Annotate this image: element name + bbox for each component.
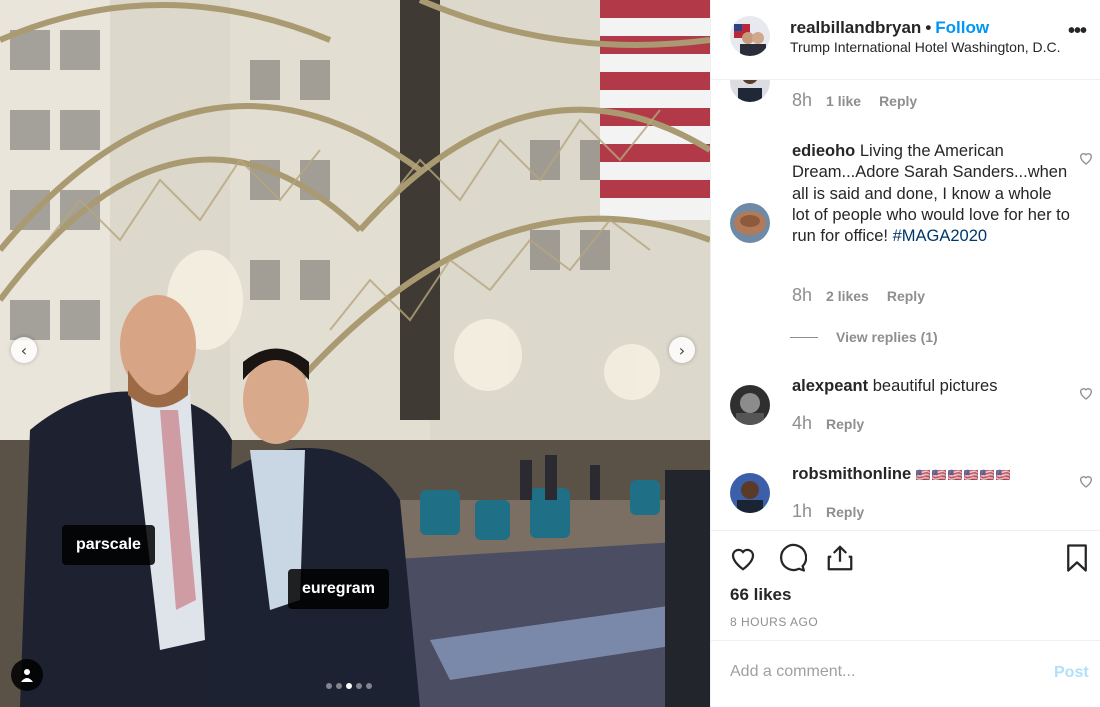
comment-likes[interactable]: 2 likes: [826, 288, 869, 304]
reply-button[interactable]: Reply: [826, 504, 864, 520]
comment-username[interactable]: edieoho: [792, 142, 855, 160]
comment-avatar[interactable]: [730, 473, 770, 513]
view-replies-line: [790, 336, 818, 338]
comment-avatar[interactable]: [730, 203, 770, 243]
comment-avatar[interactable]: [730, 80, 770, 102]
previous-photo-button[interactable]: ‹: [11, 337, 37, 363]
next-photo-button[interactable]: ›: [669, 337, 695, 363]
comment-meta: 4h Reply: [792, 413, 864, 434]
post-side-panel: realbillandbryan • Follow Trump Internatio…: [710, 0, 1100, 707]
post-timestamp[interactable]: 8 HOURS AGO: [730, 615, 818, 629]
comment-text: 🇺🇸🇺🇸🇺🇸🇺🇸🇺🇸🇺🇸: [915, 468, 1012, 482]
more-options-button[interactable]: •••: [1068, 20, 1087, 43]
heart-icon[interactable]: [728, 543, 758, 573]
comment-icon[interactable]: [777, 543, 807, 573]
comment-body: alexpeant beautiful pictures: [792, 376, 1072, 397]
comment-likes[interactable]: 1 like: [826, 93, 861, 109]
comment-meta: 1h Reply: [792, 501, 864, 522]
view-replies-label: View replies (1): [836, 329, 938, 345]
header-separator: •: [925, 18, 932, 37]
like-count[interactable]: 66 likes: [730, 585, 791, 605]
comment-input[interactable]: [730, 663, 1030, 681]
comment-like-heart-icon[interactable]: [1078, 385, 1094, 401]
comment-time[interactable]: 8h: [792, 90, 812, 111]
post-location[interactable]: Trump International Hotel Washington, D.…: [790, 39, 1061, 55]
post-header: realbillandbryan • Follow Trump Internatio…: [711, 0, 1100, 80]
tagged-users-icon[interactable]: [11, 659, 43, 691]
carousel-dot: [326, 683, 332, 689]
comment-time[interactable]: 4h: [792, 413, 812, 434]
post-actions: 66 likes 8 HOURS AGO: [711, 530, 1100, 640]
comment-body: edieoho Living the American Dream...Ador…: [792, 141, 1072, 247]
comment-like-heart-icon[interactable]: [1078, 473, 1094, 489]
comment-avatar[interactable]: [730, 385, 770, 425]
view-replies-button[interactable]: View replies (1): [790, 329, 938, 345]
carousel-dot: [366, 683, 372, 689]
carousel-dot-active: [346, 683, 352, 689]
post-comment-button[interactable]: Post: [1054, 664, 1089, 682]
carousel-dot: [336, 683, 342, 689]
reply-button[interactable]: Reply: [826, 416, 864, 432]
comment-like-heart-icon[interactable]: [1078, 150, 1094, 166]
post-photo[interactable]: ‹ › parscale euregram: [0, 0, 710, 707]
author-username[interactable]: realbillandbryan: [790, 18, 921, 37]
share-icon[interactable]: [825, 543, 855, 573]
comment-hashtag[interactable]: #MAGA2020: [893, 227, 987, 245]
comment-username[interactable]: robsmithonline: [792, 465, 911, 483]
comment-time[interactable]: 1h: [792, 501, 812, 522]
comments-list[interactable]: 8h 1 like Reply edieoho Living the Ameri…: [711, 80, 1100, 530]
comment-username[interactable]: alexpeant: [792, 377, 868, 395]
add-comment-form: Post: [711, 640, 1100, 707]
carousel-dot: [356, 683, 362, 689]
comment-text: beautiful pictures: [872, 377, 998, 395]
reply-button[interactable]: Reply: [879, 93, 917, 109]
bookmark-icon[interactable]: [1062, 543, 1092, 573]
comment-meta: 8h 2 likes Reply: [792, 285, 925, 306]
author-avatar[interactable]: [730, 16, 770, 56]
photo-user-tag[interactable]: euregram: [288, 569, 389, 609]
carousel-indicator: [326, 683, 372, 689]
reply-button[interactable]: Reply: [887, 288, 925, 304]
photo-user-tag[interactable]: parscale: [62, 525, 155, 565]
comment-meta: 8h 1 like Reply: [792, 90, 917, 111]
follow-button[interactable]: Follow: [935, 18, 989, 37]
comment-time[interactable]: 8h: [792, 285, 812, 306]
comment-body: robsmithonline 🇺🇸🇺🇸🇺🇸🇺🇸🇺🇸🇺🇸: [792, 464, 1072, 486]
